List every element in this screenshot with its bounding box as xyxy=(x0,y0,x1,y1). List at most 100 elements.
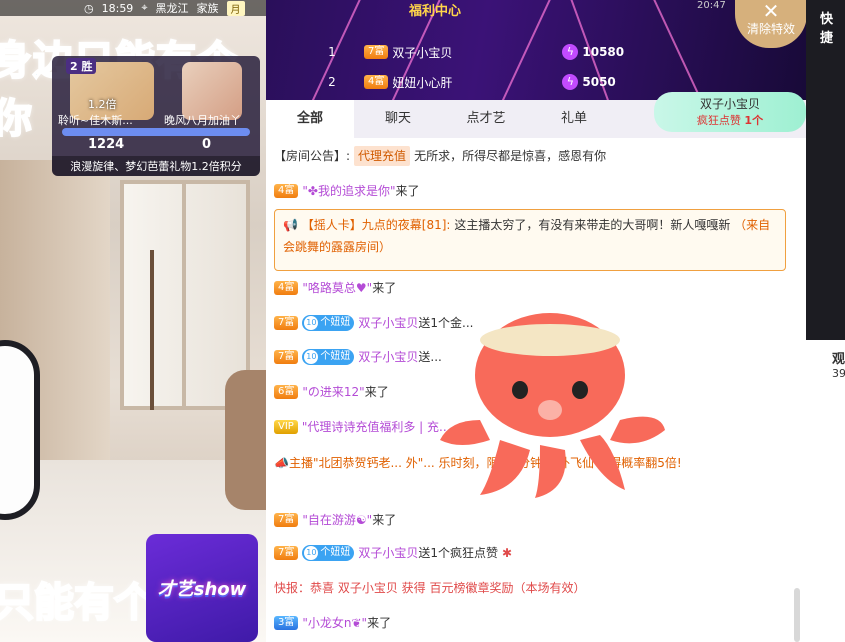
stream-info-bar: ◷ 18:59 ⌖ 黑龙江 家族 月 xyxy=(0,0,266,16)
rank-points: 5050 xyxy=(582,75,616,89)
message-text: 来了 xyxy=(395,184,420,198)
pk-right-name: 晚风八月加油丫 xyxy=(164,114,241,127)
video-lamp xyxy=(150,250,154,410)
video-robot xyxy=(0,340,40,520)
user-nick[interactable]: "の进来12" xyxy=(302,382,364,402)
rank-name: 双子小宝贝 xyxy=(392,45,453,60)
location-icon: ⌖ xyxy=(141,1,148,14)
hot-like-action: 疯狂点赞 xyxy=(696,114,741,127)
user-nick[interactable]: "自在游游☯" xyxy=(302,510,372,530)
rank-row[interactable]: 1 7富 双子小宝贝 ϟ 10580 xyxy=(266,38,646,66)
pk-round-badge: 2 胜 xyxy=(66,58,97,74)
vip-badge: VIP xyxy=(274,420,298,434)
user-nick[interactable]: "小龙女n❦" xyxy=(302,613,367,633)
fan-tag: 个妞妞 xyxy=(302,349,355,365)
hot-like-banner[interactable]: 双子小宝贝 疯狂点赞 1个 xyxy=(654,92,806,132)
close-icon: ✕ xyxy=(762,0,780,23)
tab-chat[interactable]: 聊天 xyxy=(354,100,442,138)
viewer-title: 观 xyxy=(832,352,845,367)
family-label: 家族 xyxy=(196,2,219,15)
rank-number: 2 xyxy=(328,75,336,89)
family-badge: 月 xyxy=(226,0,245,16)
pk-progress-bar xyxy=(62,128,250,136)
fan-tag: 个妞妞 xyxy=(302,545,355,561)
talent-show-label: 才艺show xyxy=(157,579,247,600)
rank-level-badge: 7富 xyxy=(364,45,389,59)
pk-left-score: 1224 xyxy=(88,137,125,152)
lightning-icon: ϟ xyxy=(562,44,579,60)
rank-points: 10580 xyxy=(582,45,625,59)
user-level-badge: 4富 xyxy=(274,184,299,198)
octopus-sticker xyxy=(440,313,665,498)
user-nick[interactable]: 双子小宝贝 xyxy=(358,313,418,333)
shout-user[interactable]: 九点的夜幕[81]: xyxy=(362,218,451,232)
clock-icon: ◷ xyxy=(84,1,94,15)
lightning-icon: ϟ xyxy=(562,74,579,90)
user-nick[interactable]: "✤我的追求是你" xyxy=(302,181,395,201)
stream-location: 黑龙江 xyxy=(155,2,189,15)
message-text: 来了 xyxy=(372,281,397,295)
rank-number: 1 xyxy=(328,45,336,59)
hot-like-count: 1个 xyxy=(744,114,764,127)
pk-bonus-note: 浪漫旋律、梦幻芭蕾礼物1.2倍积分 xyxy=(52,156,260,176)
video-stream[interactable]: ◷ 18:59 ⌖ 黑龙江 家族 月 身边只能有个你 2 胜 1.2倍 聆听~佳… xyxy=(0,0,266,642)
quick-report-message: 快报：恭喜 双子小宝贝 获得 百元榜徽章奖励（本场有效） xyxy=(274,581,586,595)
talent-show-button[interactable]: 才艺show xyxy=(146,534,258,642)
shout-text: 这主播太穷了，有没有来带走的大哥啊！新人嘎嘎新 xyxy=(454,218,731,232)
shortcut-header[interactable]: 快捷 xyxy=(806,0,845,46)
welfare-center-button[interactable]: 福利中心 xyxy=(400,0,470,22)
overlay-lyrics-bottom: 只能有个 xyxy=(0,579,155,627)
rank-level-badge: 4富 xyxy=(364,75,389,89)
tab-talent[interactable]: 点才艺 xyxy=(442,100,530,138)
user-level-badge: 4富 xyxy=(274,281,299,295)
chat-message: 7富 个妞妞 双子小宝贝 送1个疯狂点赞 ✱ xyxy=(274,543,794,563)
video-chair xyxy=(225,370,266,510)
right-sidebar: 快捷 观 39 xyxy=(806,0,845,642)
hot-like-name: 双子小宝贝 xyxy=(699,97,760,111)
announcement-chip[interactable]: 代理充值 xyxy=(354,146,411,166)
megaphone-icon: 📢 xyxy=(283,218,298,232)
user-level-badge: 7富 xyxy=(274,350,299,364)
tab-all[interactable]: 全部 xyxy=(266,100,354,138)
shout-card-label: 【摇人卡】 xyxy=(301,218,362,232)
pk-right-score: 0 xyxy=(202,137,212,152)
user-level-badge: 6富 xyxy=(274,385,299,399)
message-text: 送... xyxy=(418,350,442,364)
user-level-badge: 7富 xyxy=(274,316,299,330)
viewer-panel[interactable]: 观 39 xyxy=(806,340,845,642)
viewer-count: 39 xyxy=(832,367,845,380)
rank-name: 妞妞小心肝 xyxy=(392,75,453,90)
chat-message: 4富 "✤我的追求是你" 来了 xyxy=(274,181,794,201)
message-text: 送1个疯狂点赞 xyxy=(418,546,499,560)
pk-progress-fill xyxy=(62,128,250,136)
user-nick[interactable]: "咯路莫总♥" xyxy=(302,278,372,298)
stream-time: 18:59 xyxy=(101,1,134,15)
shout-card-message: 📢 【摇人卡】九点的夜幕[81]: 这主播太穷了，有没有来带走的大哥啊！新人嘎嘎… xyxy=(274,209,786,271)
chat-message: 3富 "小龙女n❦" 来了 xyxy=(274,613,794,633)
tab-gifts[interactable]: 礼单 xyxy=(530,100,618,138)
megaphone-icon: 📣 xyxy=(274,456,289,470)
user-level-badge: 7富 xyxy=(274,513,299,527)
light-ray xyxy=(639,0,735,100)
live-room-screen: ◷ 18:59 ⌖ 黑龙江 家族 月 身边只能有个你 2 胜 1.2倍 聆听~佳… xyxy=(0,0,845,642)
user-nick[interactable]: 双子小宝贝 xyxy=(358,347,418,367)
message-text: 来了 xyxy=(372,513,397,527)
pk-widget[interactable]: 2 胜 1.2倍 聆听~佳木斯... 晚风八月加油丫 1224 0 浪漫旋律、梦… xyxy=(52,56,260,176)
message-text: 来了 xyxy=(364,385,389,399)
header-clock: 20:47 xyxy=(697,0,726,11)
user-level-badge: 7富 xyxy=(274,546,299,560)
announcement-label: 【房间公告】: xyxy=(274,149,351,163)
fan-tag: 个妞妞 xyxy=(302,315,355,331)
chat-message: 4富 "咯路莫总♥" 来了 xyxy=(274,278,794,298)
room-announcement: 【房间公告】: 代理充值 无所求，所得尽都是惊喜，感恩有你 xyxy=(274,146,794,166)
rank-row[interactable]: 2 4富 妞妞小心肝 ϟ 5050 xyxy=(266,68,646,96)
chat-scrollbar[interactable] xyxy=(794,588,800,642)
user-nick[interactable]: "代理诗诗充值福利多 | 充... xyxy=(302,417,451,437)
pk-left-name: 聆听~佳木斯... xyxy=(58,114,133,127)
user-nick[interactable]: 双子小宝贝 xyxy=(358,543,418,563)
octopus-gift-icon: ✱ xyxy=(502,546,513,560)
clear-effects-label: 清除特效 xyxy=(746,22,795,36)
user-level-badge: 3富 xyxy=(274,616,299,630)
announcement-text: 无所求，所得尽都是惊喜，感恩有你 xyxy=(414,149,607,163)
pk-multiplier: 1.2倍 xyxy=(88,98,117,111)
